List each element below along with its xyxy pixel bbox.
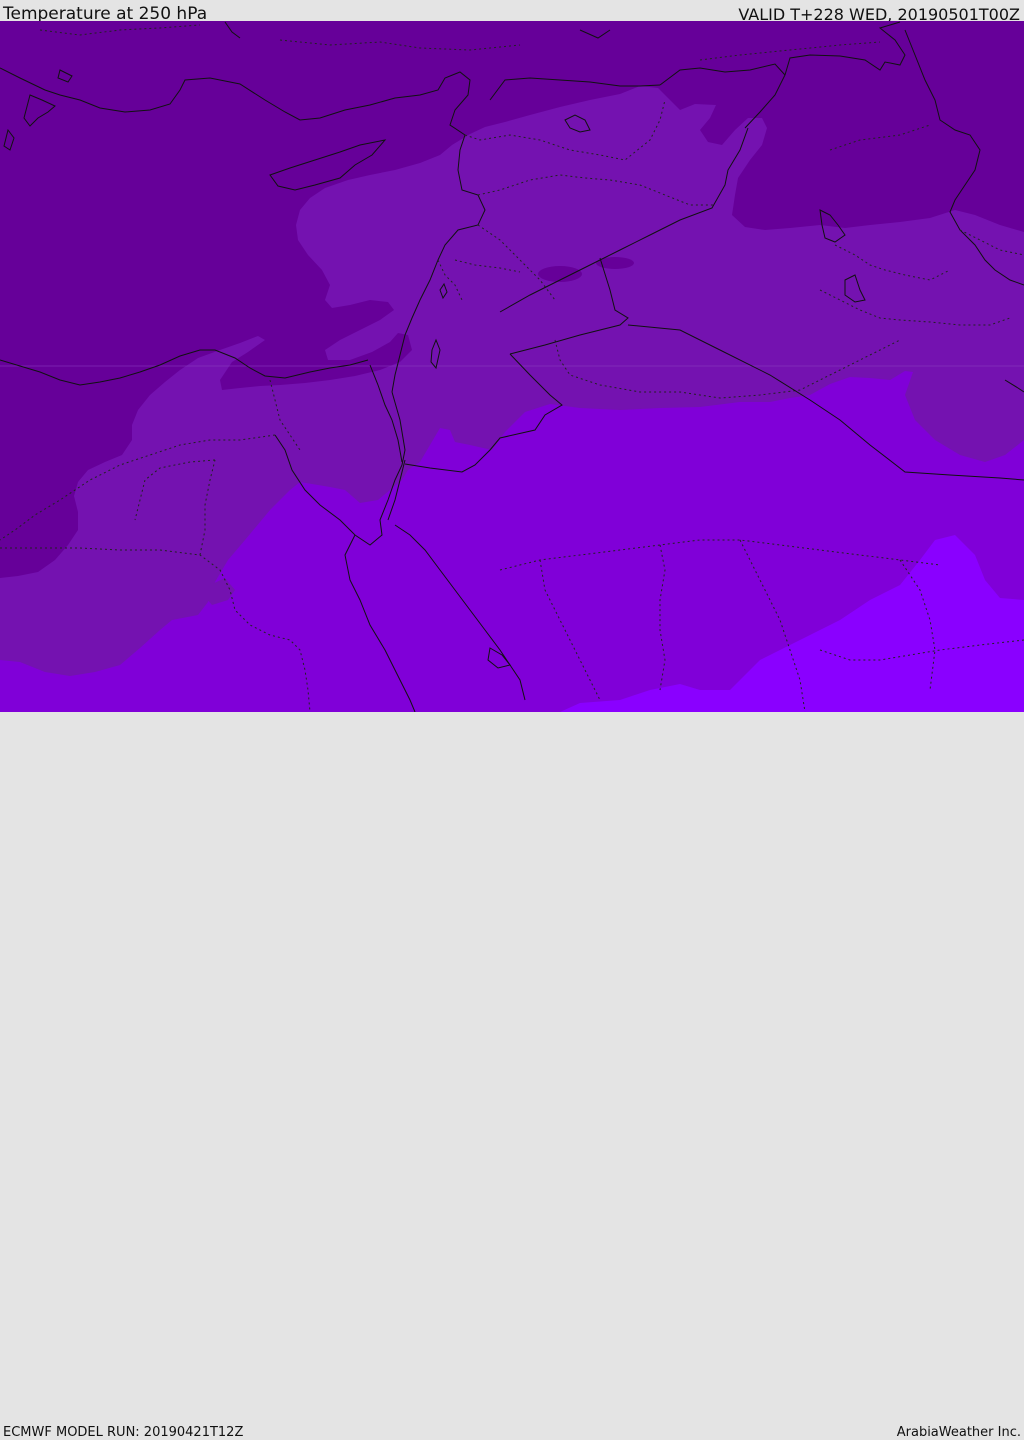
- header-bar: Temperature at 250 hPa VALID T+228 WED, …: [0, 0, 1024, 24]
- model-run-label: ECMWF MODEL RUN: 20190421T12Z: [3, 1425, 244, 1440]
- credit-label: ArabiaWeather Inc.: [896, 1425, 1021, 1440]
- footer-bar: ECMWF MODEL RUN: 20190421T12Z ArabiaWeat…: [0, 712, 1024, 1440]
- forecast-map-page: Temperature at 250 hPa VALID T+228 WED, …: [0, 0, 1024, 1440]
- temperature-map: [0, 21, 1024, 712]
